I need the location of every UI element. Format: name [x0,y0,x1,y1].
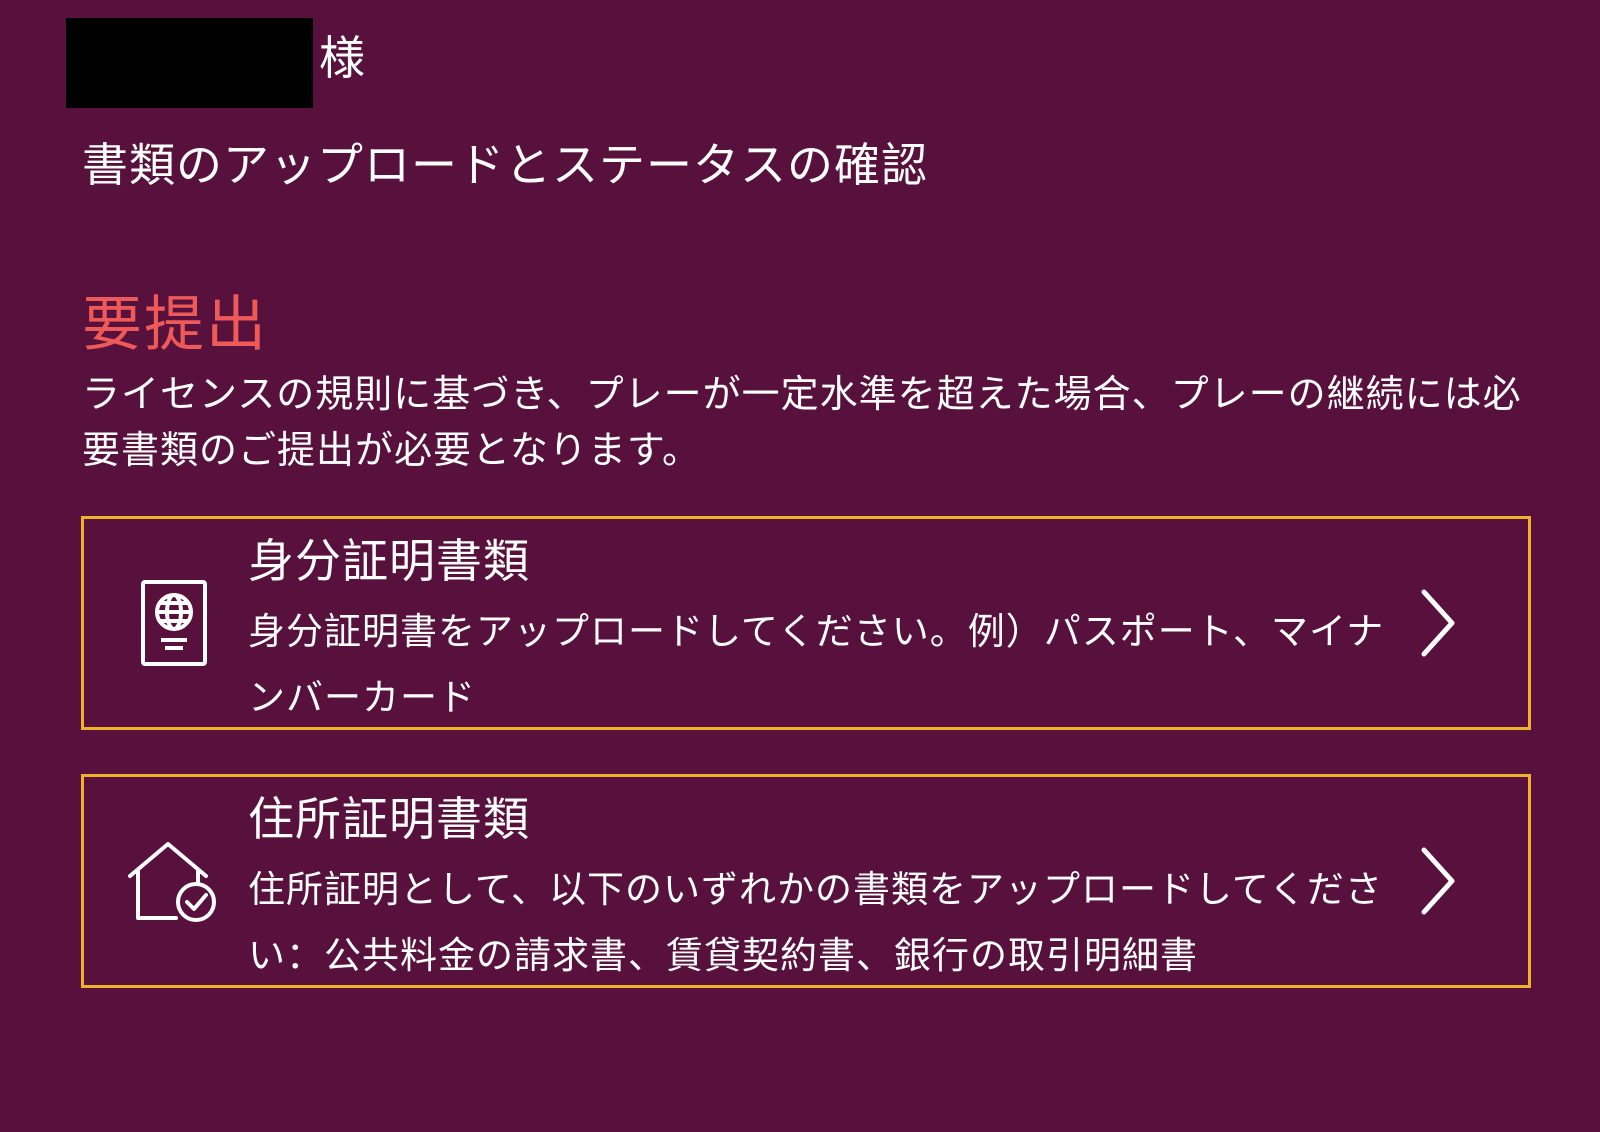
house-check-icon [124,831,224,931]
passport-icon [124,573,224,673]
page-title: 書類のアップロードとステータスの確認 [82,138,928,192]
document-title: 住所証明書類 [248,792,530,846]
document-title: 身分証明書類 [248,534,530,588]
document-description: 身分証明書をアップロードしてください。例）パスポート、マイナンバーカード [248,610,1385,719]
user-greeting: 様 [66,18,365,108]
redacted-username [66,18,313,108]
document-card-address[interactable]: 住所証明書類 住所証明として、以下のいずれかの書類をアップロードしてください：公… [81,774,1531,988]
chevron-right-icon [1418,846,1458,916]
honorific: 様 [319,31,365,85]
document-description: 住所証明として、以下のいずれかの書類をアップロードしてください：公共料金の請求書… [248,868,1383,977]
chevron-right-icon [1418,588,1458,658]
status-description: ライセンスの規則に基づき、プレーが一定水準を超えた場合、プレーの継続には必要書類… [82,372,1522,472]
status-label: 要提出 [82,290,268,360]
document-card-identity[interactable]: 身分証明書類 身分証明書をアップロードしてください。例）パスポート、マイナンバー… [81,516,1531,730]
